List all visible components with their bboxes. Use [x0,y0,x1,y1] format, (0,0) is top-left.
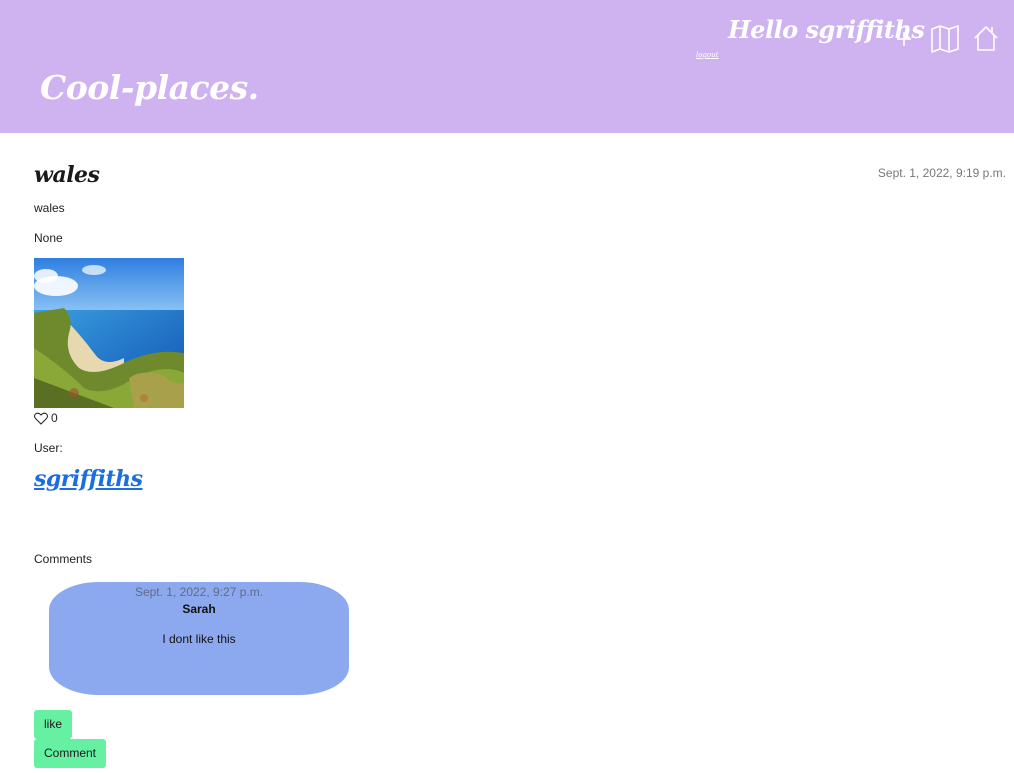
comment-text: I dont like this [162,632,236,646]
site-header: Cool-places. logout Hello sgriffiths [0,0,1014,133]
author-profile-link[interactable]: sgriffiths [34,466,143,492]
likes-display: 0 [34,411,58,425]
home-icon[interactable] [972,24,1000,52]
brand-logo-link[interactable]: Cool-places. [40,68,259,107]
post-title: wales [34,162,100,188]
user-label: User: [34,441,63,455]
post-location: wales [34,201,65,215]
like-button[interactable]: like [34,710,73,739]
comments-heading: Comments [34,552,93,566]
comment-card: Sept. 1, 2022, 9:27 p.m. Sarah I dont li… [49,582,349,695]
comment-author: Sarah [182,602,216,616]
map-icon[interactable] [930,25,960,53]
post-description: None [34,231,63,245]
post-date: Sept. 1, 2022, 9:19 p.m. [877,166,1006,180]
post-photo [34,258,184,408]
plus-icon[interactable] [894,29,914,49]
heart-icon[interactable] [34,412,48,425]
likes-count: 0 [51,411,58,425]
comment-date: Sept. 1, 2022, 9:27 p.m. [134,585,264,599]
comment-button[interactable]: Comment [34,739,107,768]
logout-link[interactable]: logout [696,51,718,59]
